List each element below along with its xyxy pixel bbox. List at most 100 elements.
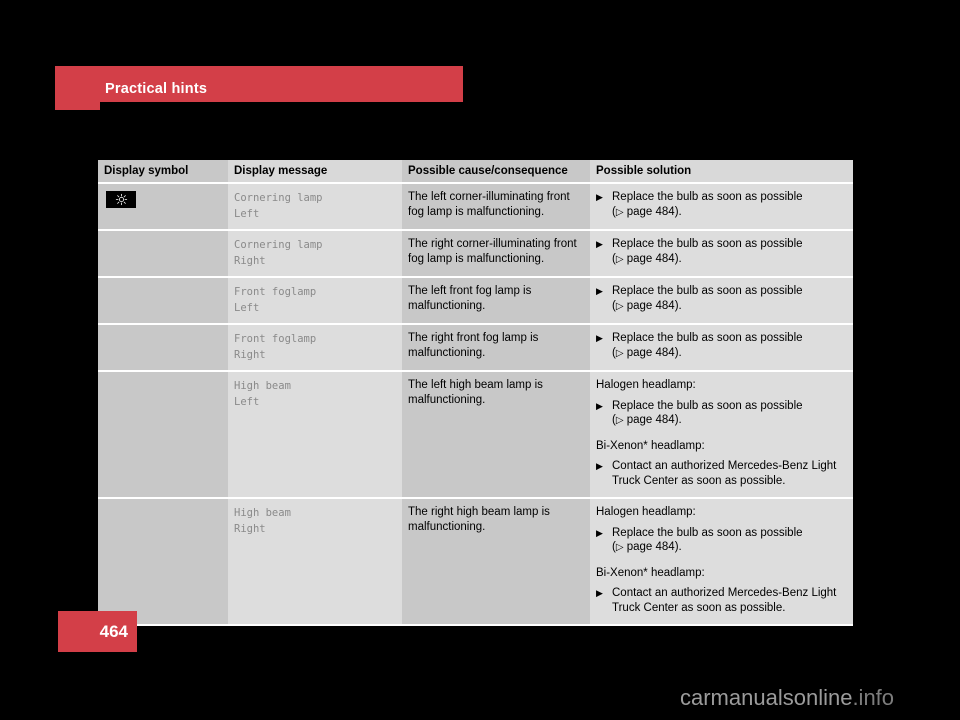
- possible-cause-text: The left high beam lamp is malfunctionin…: [408, 379, 543, 406]
- solution-bullet: ▶ Replace the bulb as soon as possible (▷ …: [596, 284, 847, 314]
- table-header-row: Display symbol Display message Possible …: [98, 160, 853, 184]
- possible-cause-text: The left front fog lamp is malfunctionin…: [408, 285, 532, 312]
- display-messages-table: Display symbol Display message Possible …: [98, 160, 853, 626]
- page-title: Practical hints: [105, 81, 208, 97]
- page-reference-text: page 484).: [623, 252, 682, 265]
- table-row: High beam Right The right high beam lamp …: [98, 498, 853, 626]
- solution-bullet: ▶ Replace the bulb as soon as possible (▷ …: [596, 237, 847, 267]
- bullet-triangle-icon: ▶: [596, 239, 603, 249]
- bullet-triangle-icon: ▶: [596, 400, 603, 411]
- page-reference-arrow-icon: ▷: [615, 253, 624, 265]
- cell-possible-cause: The right corner-illuminating front fog …: [402, 230, 590, 278]
- cell-possible-solution: ▶ Replace the bulb as soon as possible (▷ …: [590, 277, 853, 325]
- page-reference-text: page 484).: [623, 205, 682, 218]
- page-reference-arrow-icon: ▷: [615, 415, 624, 426]
- cell-display-symbol: [98, 183, 228, 231]
- cell-possible-cause: The right front fog lamp is malfunctioni…: [402, 324, 590, 372]
- page-reference-arrow-icon: ▷: [615, 300, 624, 312]
- page-number-badge: 464: [58, 611, 137, 652]
- solution-bullet: ▶ Contact an authorized Mercedes-Benz Lig…: [596, 459, 847, 488]
- bullet-triangle-icon: ▶: [596, 461, 603, 471]
- solution-bullet-text: Replace the bulb as soon as possible (▷ p…: [612, 331, 803, 361]
- solution-bullet: ▶ Replace the bulb as soon as possible (▷ …: [596, 399, 847, 429]
- column-header-possible-cause: Possible cause/consequence: [402, 160, 590, 184]
- cell-display-message: High beam Left: [228, 371, 402, 499]
- bullet-triangle-icon: ▶: [596, 527, 603, 538]
- cell-display-message: Cornering lamp Right: [228, 230, 402, 278]
- table-row: Cornering lamp Right The right corner-ill…: [98, 230, 853, 278]
- page-reference-arrow-icon: ▷: [615, 206, 624, 218]
- cell-display-symbol: [98, 277, 228, 325]
- display-message-text: Cornering lamp Right: [234, 239, 323, 267]
- cell-possible-solution: ▶ Replace the bulb as soon as possible (▷ …: [590, 230, 853, 278]
- cell-display-message: Front foglamp Right: [228, 324, 402, 372]
- watermark-text: carmanualsonline: [680, 685, 853, 710]
- solution-bullet: ▶ Replace the bulb as soon as possible (▷ …: [596, 190, 847, 220]
- bullet-triangle-icon: ▶: [596, 192, 603, 202]
- solution-bullet-main: Replace the bulb as soon as possible: [612, 238, 803, 250]
- cell-possible-solution: Halogen headlamp: ▶ Replace the bulb as so…: [590, 498, 853, 626]
- page-reference-arrow-icon: ▷: [615, 542, 624, 553]
- bullet-triangle-icon: ▶: [596, 286, 603, 296]
- possible-cause-text: The right corner-illuminating front fog …: [408, 238, 577, 265]
- page-reference-text: page 484).: [623, 414, 682, 426]
- display-message-text: Front foglamp Right: [234, 333, 317, 361]
- table-row: Front foglamp Right The right front fog l…: [98, 324, 853, 372]
- page-number: 464: [99, 621, 128, 641]
- cell-display-symbol: [98, 371, 228, 499]
- cell-possible-cause: The left front fog lamp is malfunctionin…: [402, 277, 590, 325]
- bullet-triangle-icon: ▶: [596, 333, 603, 343]
- solution-bullet-main: Contact an authorized Mercedes-Benz Ligh…: [612, 587, 837, 614]
- cell-possible-solution: ▶ Replace the bulb as soon as possible (▷ …: [590, 324, 853, 372]
- cell-possible-cause: The right high beam lamp is malfunctioni…: [402, 498, 590, 626]
- solution-bullet-text: Replace the bulb as soon as possible (▷ p…: [612, 237, 803, 267]
- display-message-text: Cornering lamp Left: [234, 192, 323, 220]
- cell-display-symbol: [98, 498, 228, 626]
- column-header-display-message: Display message: [228, 160, 402, 184]
- cell-possible-cause: The left corner-illuminating front fog l…: [402, 183, 590, 231]
- page-reference-text: page 484).: [623, 346, 682, 359]
- table-row: High beam Left The left high beam lamp is…: [98, 371, 853, 499]
- page-reference-arrow-icon: ▷: [615, 347, 624, 359]
- solution-bullet-text: Contact an authorized Mercedes-Benz Ligh…: [612, 586, 847, 615]
- solution-heading: Halogen headlamp:: [596, 506, 696, 518]
- solution-bullet-text: Contact an authorized Mercedes-Benz Ligh…: [612, 459, 847, 488]
- solution-heading: Bi-Xenon* headlamp:: [596, 439, 705, 452]
- column-header-display-symbol: Display symbol: [98, 160, 228, 184]
- cell-possible-solution: ▶ Replace the bulb as soon as possible (▷ …: [590, 183, 853, 231]
- solution-heading: Bi-Xenon* headlamp:: [596, 566, 705, 579]
- bullet-triangle-icon: ▶: [596, 588, 603, 598]
- possible-cause-text: The left corner-illuminating front fog l…: [408, 191, 570, 218]
- table-body: Cornering lamp Left The left corner-illum…: [98, 183, 853, 626]
- table-row: Cornering lamp Left The left corner-illum…: [98, 183, 853, 231]
- solution-bullet-main: Replace the bulb as soon as possible: [612, 191, 803, 203]
- cell-display-message: Front foglamp Left: [228, 277, 402, 325]
- cell-possible-solution: Halogen headlamp: ▶ Replace the bulb as so…: [590, 371, 853, 499]
- watermark-suffix: .info: [852, 685, 895, 710]
- possible-cause-text: The right high beam lamp is malfunctioni…: [408, 506, 550, 533]
- table-row: Front foglamp Left The left front fog lam…: [98, 277, 853, 325]
- watermark: carmanualsonline.info: [680, 685, 894, 711]
- solution-bullet-main: Replace the bulb as soon as possible: [612, 526, 803, 539]
- column-header-possible-solution: Possible solution: [590, 160, 853, 184]
- page-reference-text: page 484).: [623, 541, 682, 553]
- solution-bullet: ▶ Contact an authorized Mercedes-Benz Lig…: [596, 586, 847, 615]
- display-message-text: Front foglamp Left: [234, 286, 317, 314]
- cell-display-symbol: [98, 230, 228, 278]
- display-message-text: High beam Right: [234, 507, 291, 535]
- solution-bullet-main: Contact an authorized Mercedes-Benz Ligh…: [612, 460, 837, 487]
- solution-bullet-text: Replace the bulb as soon as possible (▷ p…: [612, 399, 803, 429]
- cell-display-symbol: [98, 324, 228, 372]
- solution-bullet-main: Replace the bulb as soon as possible: [612, 399, 803, 412]
- solution-heading: Halogen headlamp:: [596, 379, 696, 391]
- solution-bullet-main: Replace the bulb as soon as possible: [612, 332, 803, 344]
- cell-possible-cause: The left high beam lamp is malfunctionin…: [402, 371, 590, 499]
- possible-cause-text: The right front fog lamp is malfunctioni…: [408, 332, 539, 359]
- solution-bullet: ▶ Replace the bulb as soon as possible (▷ …: [596, 526, 847, 556]
- cell-display-message: High beam Right: [228, 498, 402, 626]
- solution-bullet-text: Replace the bulb as soon as possible (▷ p…: [612, 190, 803, 220]
- display-message-text: High beam Left: [234, 380, 291, 408]
- cell-display-message: Cornering lamp Left: [228, 183, 402, 231]
- solution-bullet-text: Replace the bulb as soon as possible (▷ p…: [612, 284, 803, 314]
- solution-bullet: ▶ Replace the bulb as soon as possible (▷ …: [596, 331, 847, 361]
